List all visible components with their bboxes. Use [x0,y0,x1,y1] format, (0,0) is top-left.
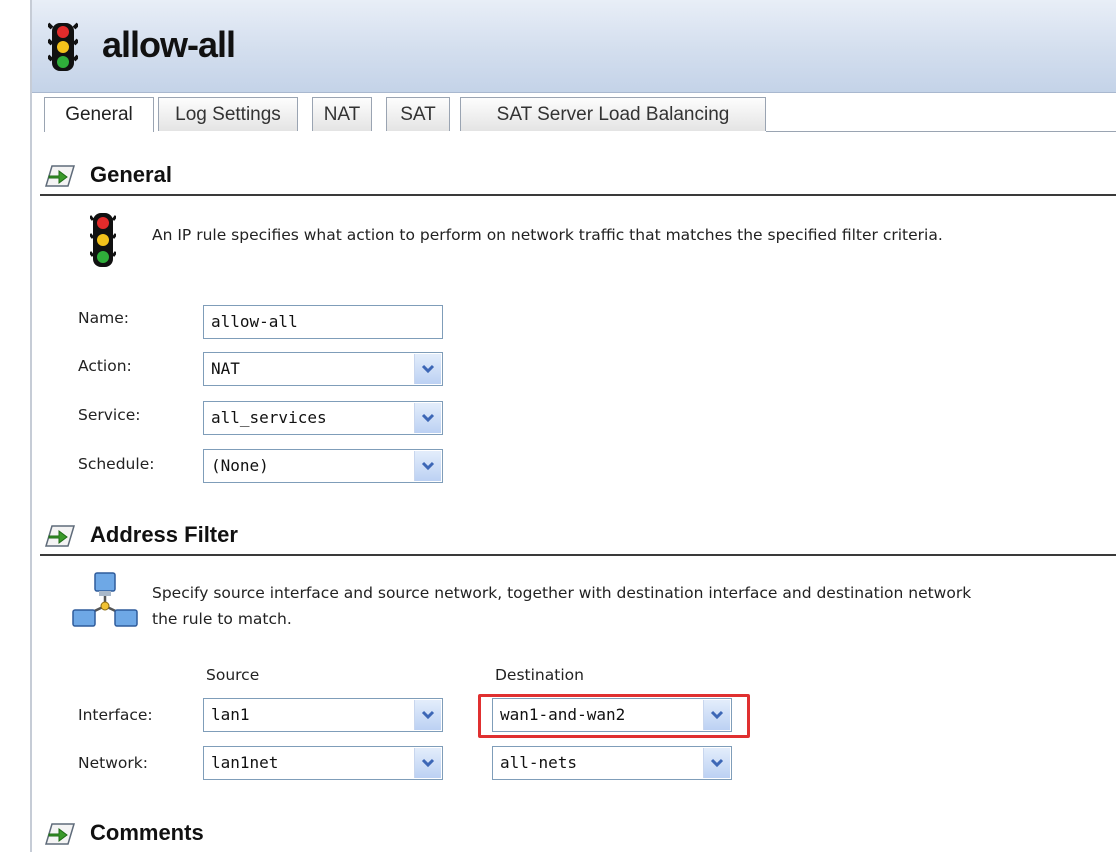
destination-network-value: all-nets [500,753,578,772]
section-address-filter-header: Address Filter [40,518,1116,556]
arrow-right-icon [44,524,78,552]
schedule-label: Schedule: [78,455,155,473]
source-network-select[interactable]: lan1net [203,746,443,780]
tab-bar: General Log Settings NAT SAT SAT Server … [32,93,1116,133]
action-select[interactable]: NAT [203,352,443,386]
section-comments-header: Comments [40,816,1116,852]
interface-label: Interface: [78,706,153,724]
action-value: NAT [211,359,240,378]
arrow-right-icon [44,822,78,850]
name-label: Name: [78,309,129,327]
section-address-filter-title: Address Filter [90,522,238,547]
tab-nat[interactable]: NAT [312,97,372,131]
schedule-select[interactable]: (None) [203,449,443,483]
general-description: An IP rule specifies what action to perf… [152,226,943,244]
tab-log-settings[interactable]: Log Settings [158,97,298,131]
tab-sat-server-load-balancing[interactable]: SAT Server Load Balancing [460,97,766,131]
source-column-header: Source [206,666,260,684]
chevron-down-icon[interactable] [414,748,441,778]
address-filter-description-line2: the rule to match. [152,610,292,628]
chevron-down-icon[interactable] [414,403,441,433]
highlight-box [478,694,750,738]
source-interface-select[interactable]: lan1 [203,698,443,732]
section-general-title: General [90,162,172,187]
traffic-light-icon [88,212,118,272]
section-general-header: General [40,158,1116,196]
source-network-value: lan1net [211,753,279,772]
name-input[interactable]: allow-all [203,305,443,339]
destination-column-header: Destination [495,666,584,684]
tab-sat[interactable]: SAT [386,97,450,131]
chevron-down-icon[interactable] [703,748,730,778]
tab-divider [766,131,1116,132]
service-value: all_services [211,408,327,427]
name-value: allow-all [211,312,298,331]
address-filter-description-line1: Specify source interface and source netw… [152,584,972,602]
rule-editor: allow-all General Log Settings NAT SAT S… [0,0,1116,852]
tab-general[interactable]: General [44,97,154,132]
chevron-down-icon[interactable] [414,700,441,730]
title-bar: allow-all [32,0,1116,93]
destination-network-select[interactable]: all-nets [492,746,732,780]
action-label: Action: [78,357,132,375]
arrow-right-icon [44,164,78,192]
page-title: allow-all [102,24,236,65]
source-interface-value: lan1 [211,705,250,724]
schedule-value: (None) [211,456,269,475]
traffic-light-icon [46,22,80,76]
chevron-down-icon[interactable] [414,451,441,481]
service-label: Service: [78,406,141,424]
network-computers-icon [72,572,138,636]
section-comments-title: Comments [90,820,204,845]
network-label: Network: [78,754,148,772]
chevron-down-icon[interactable] [414,354,441,384]
service-select[interactable]: all_services [203,401,443,435]
